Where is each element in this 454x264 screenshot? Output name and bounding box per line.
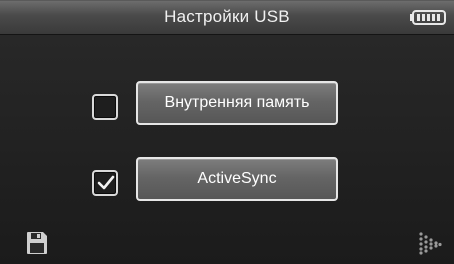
activesync-checkbox[interactable] bbox=[92, 170, 118, 196]
activesync-label: ActiveSync bbox=[197, 170, 277, 187]
save-icon[interactable] bbox=[26, 231, 48, 255]
page-title: Настройки USB bbox=[164, 7, 290, 26]
usb-settings-screen: Настройки USB Внутренняя память ActiveSy… bbox=[0, 0, 454, 264]
battery-icon bbox=[410, 10, 446, 25]
internal-memory-label: Внутренняя память bbox=[164, 94, 310, 111]
internal-memory-button[interactable]: Внутренняя память bbox=[136, 81, 338, 125]
activesync-button[interactable]: ActiveSync bbox=[136, 157, 338, 201]
title-bar: Настройки USB bbox=[0, 0, 454, 35]
internal-memory-checkbox[interactable] bbox=[92, 94, 118, 120]
next-arrow-icon[interactable] bbox=[418, 231, 442, 255]
checkmark-icon bbox=[97, 175, 115, 190]
